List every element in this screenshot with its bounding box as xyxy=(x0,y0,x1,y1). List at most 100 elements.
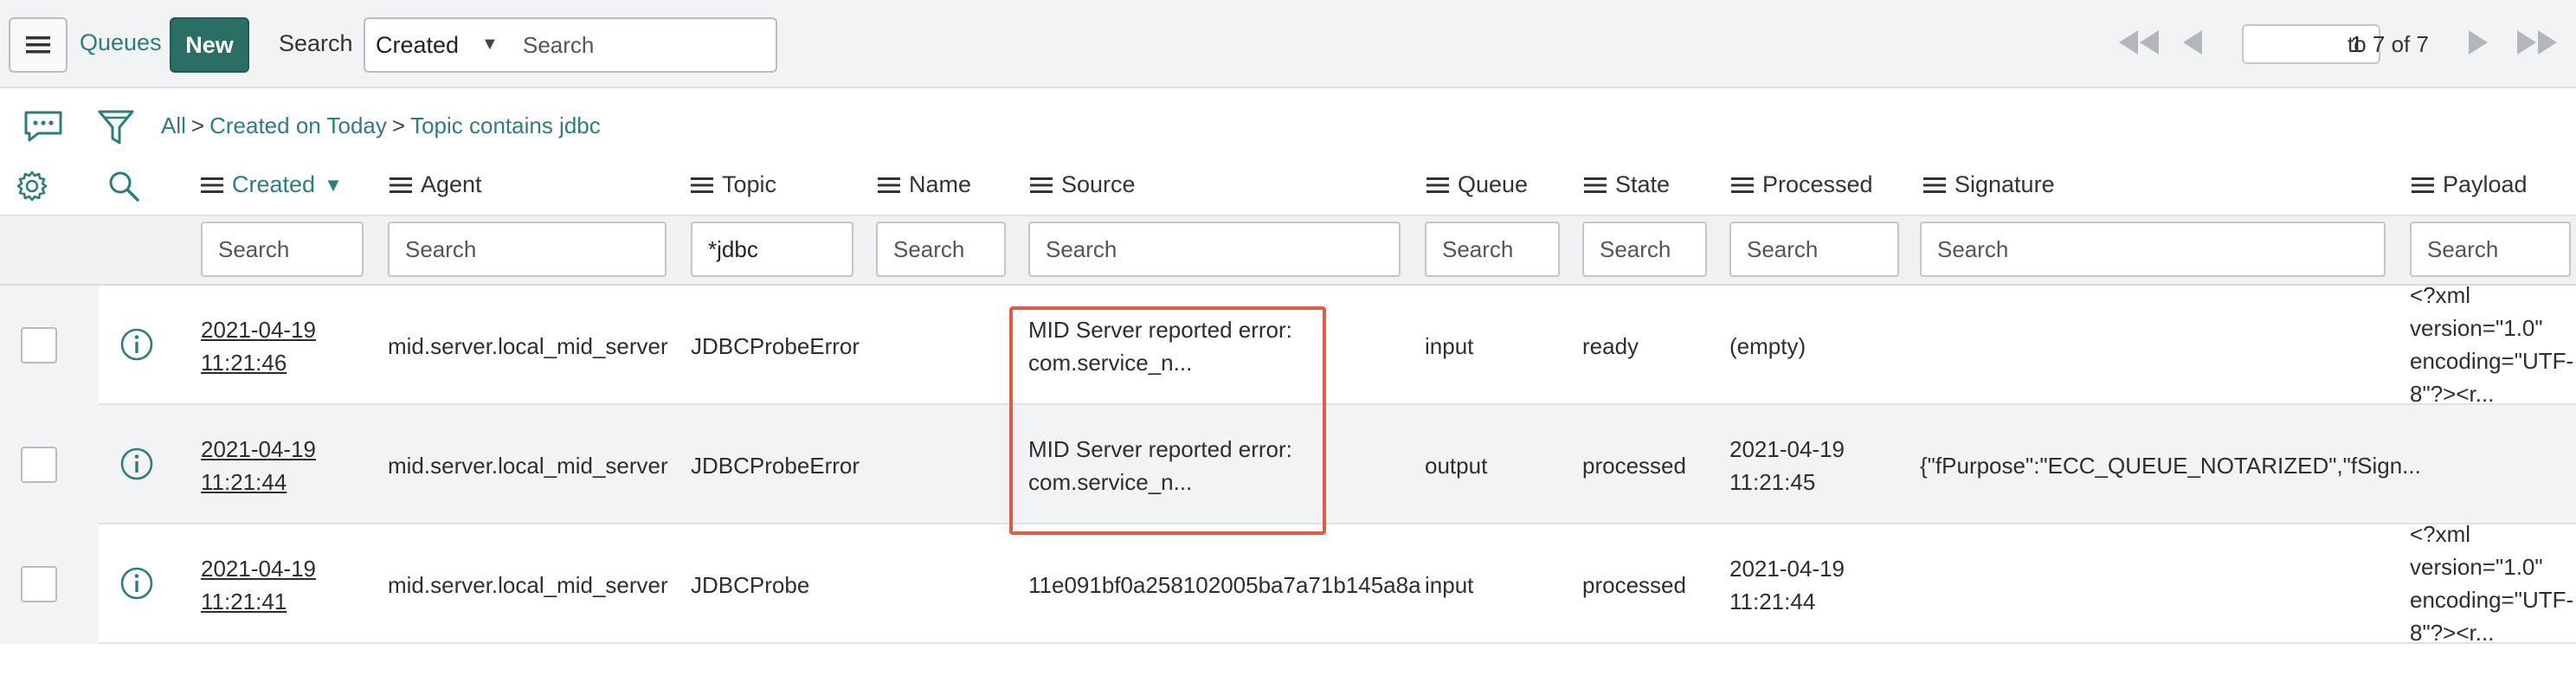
column-header-payload[interactable]: Payload xyxy=(2412,171,2528,198)
column-label-created: Created xyxy=(232,171,316,197)
cell-agent: mid.server.local_mid_server xyxy=(388,453,668,479)
column-menu-icon[interactable] xyxy=(390,177,412,194)
cell-state: processed xyxy=(1582,453,1686,479)
cell-topic: JDBCProbeError xyxy=(691,453,860,479)
search-icon[interactable] xyxy=(107,170,140,209)
column-menu-icon[interactable] xyxy=(2412,177,2434,194)
cell-payload-line1: <?xml xyxy=(2410,521,2471,547)
cell-agent: mid.server.local_mid_server xyxy=(388,572,668,598)
column-header-agent[interactable]: Agent xyxy=(390,171,482,198)
column-header-source[interactable]: Source xyxy=(1030,171,1136,198)
breadcrumb-topic-jdbc[interactable]: Topic contains jdbc xyxy=(410,113,601,139)
chat-icon[interactable] xyxy=(23,109,64,150)
cell-processed-time: 11:21:44 xyxy=(1729,589,1816,614)
gear-icon[interactable] xyxy=(16,170,48,209)
list-title[interactable]: Queues xyxy=(80,29,162,56)
column-label-name: Name xyxy=(909,171,972,197)
column-header-name[interactable]: Name xyxy=(878,171,971,198)
breadcrumb-separator: > xyxy=(190,113,205,138)
column-menu-icon[interactable] xyxy=(1030,177,1053,194)
column-header-queue[interactable]: Queue xyxy=(1426,171,1528,198)
cell-payload-line4: 8"?><r... xyxy=(2410,620,2495,646)
column-label-agent: Agent xyxy=(421,171,482,197)
cell-state: processed xyxy=(1582,572,1686,598)
cell-queue: input xyxy=(1425,333,1474,359)
info-icon[interactable] xyxy=(119,447,154,481)
cell-queue: output xyxy=(1425,453,1488,479)
filter-input-topic[interactable]: *jdbc xyxy=(691,222,853,277)
filter-input-agent[interactable]: Search xyxy=(388,222,667,277)
column-header-processed[interactable]: Processed xyxy=(1731,171,1873,198)
highlight-annotation-box xyxy=(1009,306,1326,535)
column-header-signature[interactable]: Signature xyxy=(1923,171,2055,198)
column-label-processed: Processed xyxy=(1762,171,1873,197)
last-page-icon[interactable] xyxy=(2514,28,2562,57)
column-header-row xyxy=(0,159,2576,215)
cell-processed-date: 2021-04-19 xyxy=(1729,436,1845,462)
caret-down-icon: ▼ xyxy=(481,35,499,54)
cell-processed: (empty) xyxy=(1729,333,1806,359)
search-label: Search xyxy=(279,30,353,56)
filter-icon[interactable] xyxy=(97,107,135,153)
breadcrumb: All > Created on Today > Topic contains … xyxy=(161,113,601,139)
table-row[interactable]: 2021-04-19 11:21:41 mid.server.local_mid… xyxy=(0,521,2576,646)
column-label-source: Source xyxy=(1061,171,1136,197)
cell-payload-line2: version="1.0" xyxy=(2410,315,2543,341)
filter-input-queue[interactable]: Search xyxy=(1425,222,1560,277)
column-header-created[interactable]: Created ▼ xyxy=(201,171,343,198)
first-page-icon[interactable] xyxy=(2116,28,2164,57)
breadcrumb-all[interactable]: All xyxy=(161,113,186,139)
cell-created-date[interactable]: 2021-04-19 xyxy=(201,433,316,466)
cell-queue: input xyxy=(1425,572,1474,598)
column-menu-icon[interactable] xyxy=(201,177,223,194)
breadcrumb-separator: > xyxy=(391,113,406,138)
row-checkbox[interactable] xyxy=(21,327,57,364)
cell-topic: JDBCProbeError xyxy=(691,333,860,359)
search-field-select[interactable]: Created ▼ xyxy=(364,17,509,73)
cell-processed-time: 11:21:45 xyxy=(1729,469,1816,495)
page-range-text: to 7 of 7 xyxy=(2347,31,2429,57)
filter-input-state[interactable]: Search xyxy=(1582,222,1707,277)
cell-created-date[interactable]: 2021-04-19 xyxy=(201,552,316,585)
info-icon[interactable] xyxy=(119,566,154,601)
cell-state: ready xyxy=(1582,333,1639,359)
next-page-icon[interactable] xyxy=(2465,28,2491,57)
row-checkbox[interactable] xyxy=(21,447,57,483)
cell-agent: mid.server.local_mid_server xyxy=(388,333,668,359)
cell-signature: {"fPurpose":"ECC_QUEUE_NOTARIZED","fSign… xyxy=(1920,453,2421,479)
filter-input-signature[interactable]: Search xyxy=(1920,222,2386,277)
hamburger-icon xyxy=(26,36,50,54)
search-field-value: Created xyxy=(376,32,460,58)
column-menu-icon[interactable] xyxy=(878,177,900,194)
cell-created-time[interactable]: 11:21:46 xyxy=(201,346,287,379)
list-search-input[interactable]: Search xyxy=(507,17,777,73)
column-header-state[interactable]: State xyxy=(1584,171,1670,198)
row-checkbox[interactable] xyxy=(21,566,57,602)
column-menu-icon[interactable] xyxy=(1426,177,1449,194)
column-menu-icon[interactable] xyxy=(1584,177,1607,194)
filter-input-name[interactable]: Search xyxy=(876,222,1006,277)
cell-payload-line2: version="1.0" xyxy=(2410,554,2543,580)
breadcrumb-created-today[interactable]: Created on Today xyxy=(209,113,387,139)
list-menu-button[interactable] xyxy=(9,17,68,73)
filter-input-payload[interactable]: Search xyxy=(2410,222,2571,277)
column-menu-icon[interactable] xyxy=(1923,177,1946,194)
column-menu-icon[interactable] xyxy=(691,177,713,194)
column-menu-icon[interactable] xyxy=(1731,177,1754,194)
cell-created-time[interactable]: 11:21:44 xyxy=(201,466,287,499)
filter-input-source[interactable]: Search xyxy=(1028,222,1401,277)
filter-input-created[interactable]: Search xyxy=(201,222,364,277)
cell-payload-line3: encoding="UTF- xyxy=(2410,587,2574,613)
column-label-topic: Topic xyxy=(722,171,777,197)
new-button[interactable]: New xyxy=(170,17,249,73)
info-icon[interactable] xyxy=(119,327,154,362)
cell-payload-line3: encoding="UTF- xyxy=(2410,348,2574,374)
column-label-signature: Signature xyxy=(1955,171,2055,197)
filter-input-processed[interactable]: Search xyxy=(1729,222,1899,277)
cell-created-date[interactable]: 2021-04-19 xyxy=(201,313,316,346)
column-label-state: State xyxy=(1615,171,1671,197)
previous-page-icon[interactable] xyxy=(2180,28,2206,57)
cell-created-time[interactable]: 11:21:41 xyxy=(201,585,287,618)
column-header-topic[interactable]: Topic xyxy=(691,171,776,198)
cell-payload-line1: <?xml xyxy=(2410,282,2471,308)
